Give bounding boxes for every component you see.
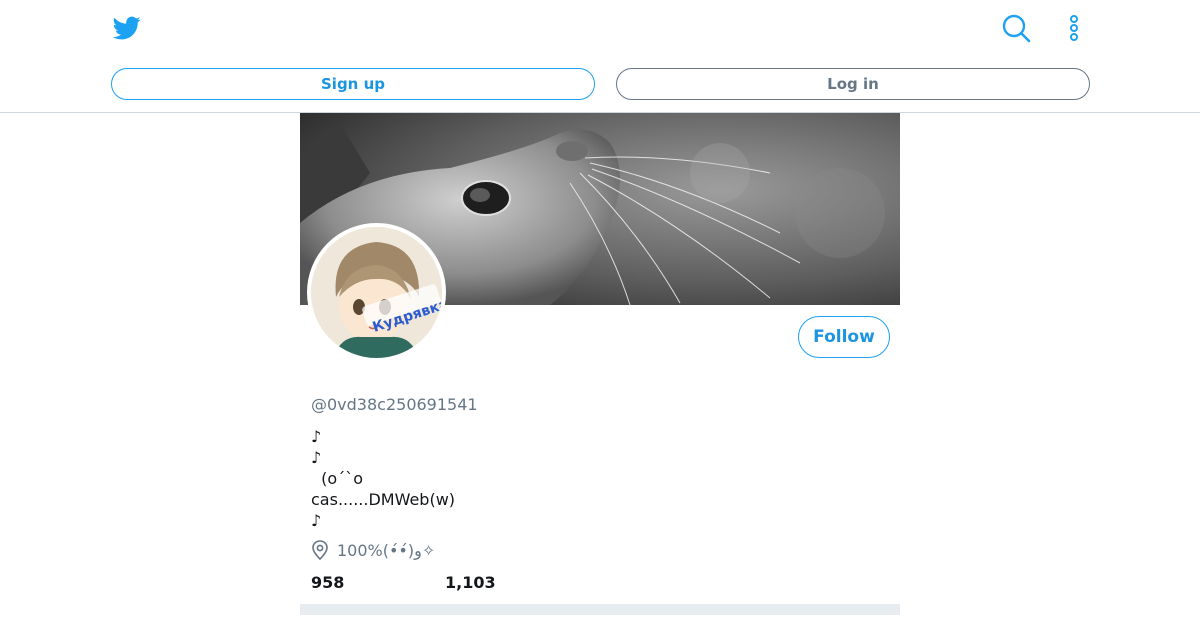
profile-card: Кудрявка Follow @0vd38c250691541 ♪ ♪ (o´… [300, 113, 900, 630]
profile-avatar[interactable]: Кудрявка [307, 223, 446, 362]
profile-location: 100%(•́•́)و✧ [311, 540, 435, 560]
sign-up-button[interactable]: Sign up [111, 68, 595, 100]
profile-handle: @0vd38c250691541 [311, 395, 478, 414]
more-vertical-icon[interactable] [1062, 12, 1086, 44]
location-pin-icon [312, 540, 328, 560]
search-icon[interactable] [1000, 12, 1032, 44]
top-navigation-bar: Sign up Log in [0, 0, 1200, 113]
profile-bio: ♪ ♪ (o´`o cas......DMWeb(w) ♪ [311, 427, 456, 530]
location-text: 100%(•́•́)و✧ [337, 540, 436, 560]
follow-button[interactable]: Follow [798, 316, 890, 358]
followers-count[interactable]: 1,103 [445, 573, 496, 592]
following-count[interactable]: 958 [311, 573, 344, 592]
twitter-bird-icon[interactable] [112, 14, 142, 42]
section-divider [300, 604, 900, 615]
log-in-button[interactable]: Log in [616, 68, 1090, 100]
